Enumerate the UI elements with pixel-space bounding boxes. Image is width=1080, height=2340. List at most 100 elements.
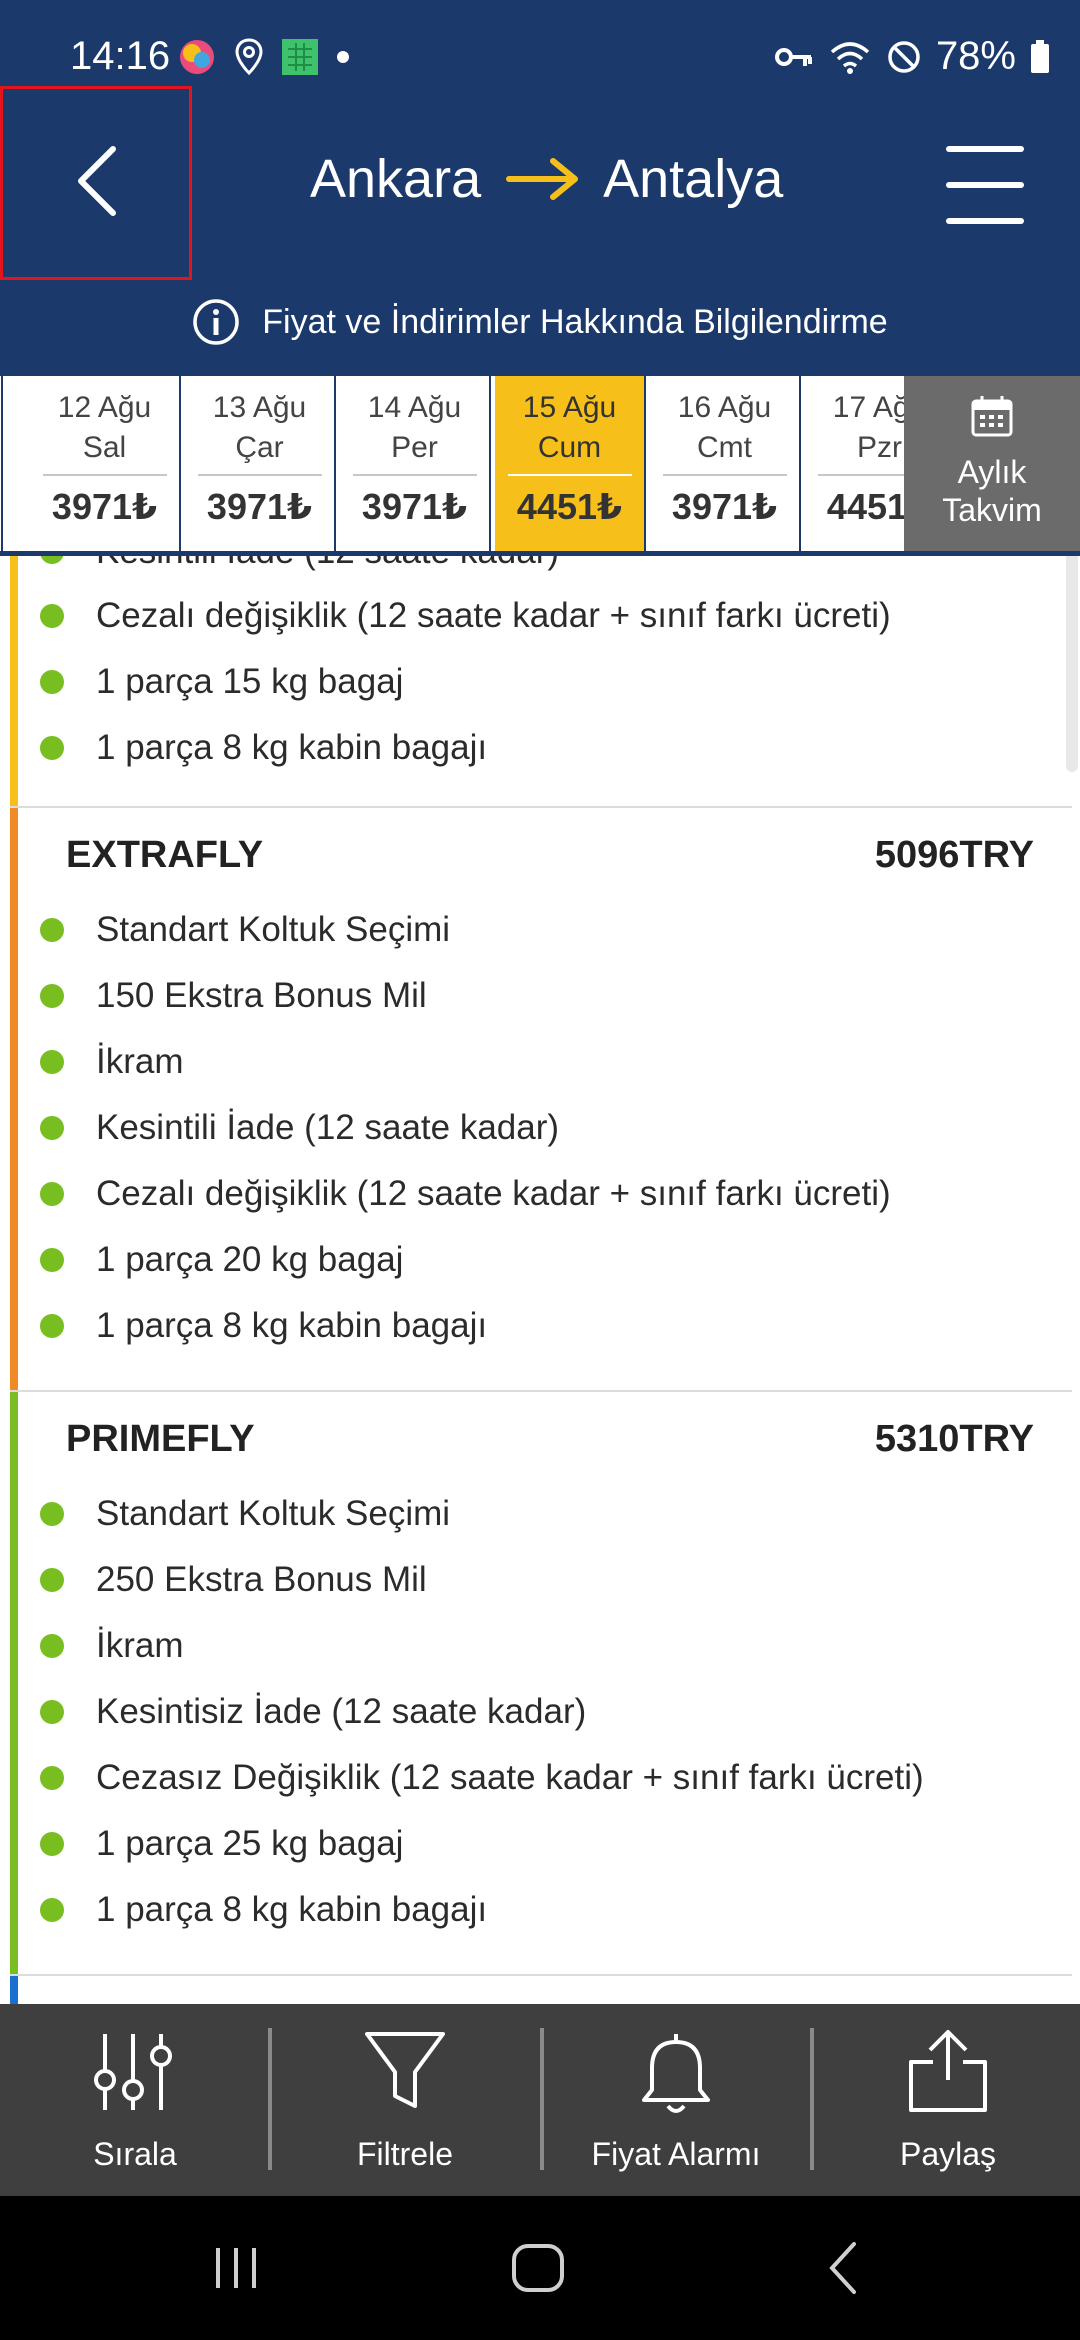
date-cell[interactable]: 14 Ağu Per 3971₺ bbox=[340, 376, 491, 551]
bullet-dot-icon bbox=[40, 984, 64, 1008]
bullet-dot-icon bbox=[40, 1832, 64, 1856]
fare-card-next-accent bbox=[10, 1976, 18, 2004]
filter-icon bbox=[365, 2032, 445, 2108]
fare-feature: İkram bbox=[40, 1042, 184, 1082]
fare-feature: 1 parça 8 kg kabin bagajı bbox=[40, 1306, 487, 1346]
sliders-icon bbox=[94, 2034, 172, 2110]
bullet-dot-icon bbox=[40, 918, 64, 942]
status-system-icons: 78% bbox=[774, 34, 1050, 79]
scrollbar[interactable] bbox=[1066, 556, 1078, 772]
fare-feature: Cezalı değişiklik (12 saate kadar + sını… bbox=[40, 1174, 891, 1214]
date-price: 3971₺ bbox=[206, 486, 313, 527]
destination-city: Antalya bbox=[603, 149, 784, 209]
system-navigation-bar bbox=[0, 2196, 1080, 2340]
fare-info-text: Fiyat ve İndirimler Hakkında Bilgilendir… bbox=[262, 302, 888, 341]
date-selector: ₺ 12 Ağu Sal 3971₺ 13 Ağu Çar 3971₺ 14 A… bbox=[0, 376, 1080, 556]
back-button[interactable] bbox=[0, 86, 192, 280]
sort-label: Sırala bbox=[93, 2136, 177, 2172]
date-price: 3971₺ bbox=[671, 486, 778, 527]
bell-icon bbox=[642, 2034, 710, 2113]
bullet-dot-icon bbox=[40, 1502, 64, 1526]
arrow-right-icon bbox=[506, 158, 579, 200]
calendar-label-line2: Takvim bbox=[942, 492, 1042, 528]
bullet-dot-icon bbox=[40, 604, 64, 628]
bullet-dot-icon bbox=[40, 1634, 64, 1658]
calendar-label-line1: Aylık bbox=[957, 454, 1027, 490]
fare-name: EXTRAFLY bbox=[66, 834, 264, 876]
origin-city: Ankara bbox=[310, 149, 482, 209]
date-weekday: Cmt bbox=[697, 431, 752, 464]
bullet-dot-icon bbox=[40, 1766, 64, 1790]
date-day: 16 Ağu bbox=[677, 391, 772, 424]
fare-card-extrafly[interactable]: EXTRAFLY 5096TRY Standart Koltuk Seçimi … bbox=[10, 808, 1072, 1392]
fare-header: PRIMEFLY 5310TRY bbox=[66, 1418, 1034, 1461]
fare-feature: Kesintili İade (12 saate kadar) bbox=[40, 1108, 559, 1148]
status-notification-icons bbox=[178, 38, 350, 76]
bullet-dot-icon bbox=[40, 1898, 64, 1922]
bullet-dot-icon bbox=[40, 1116, 64, 1140]
price-alarm-button[interactable]: Fiyat Alarmı bbox=[541, 2004, 811, 2196]
chevron-left-icon bbox=[78, 146, 116, 216]
bullet-dot-icon bbox=[40, 1314, 64, 1338]
fare-price: 5096TRY bbox=[874, 834, 1034, 876]
share-button[interactable]: Paylaş bbox=[813, 2004, 1080, 2196]
date-price: 4451₺ bbox=[516, 486, 623, 527]
fare-feature: 250 Ekstra Bonus Mil bbox=[40, 1560, 427, 1600]
fare-feature: Kesintisiz İade (12 saate kadar) bbox=[40, 1692, 586, 1732]
do-not-disturb-icon bbox=[888, 40, 920, 73]
fare-feature: Standart Koltuk Seçimi bbox=[40, 1494, 450, 1534]
fare-feature: 1 parça 20 kg bagaj bbox=[40, 1240, 403, 1280]
date-cell[interactable]: 12 Ağu Sal 3971₺ bbox=[30, 376, 181, 551]
battery-icon bbox=[1031, 39, 1049, 73]
date-weekday: Cum bbox=[537, 431, 602, 464]
wifi-icon bbox=[830, 41, 870, 74]
sheets-notification-icon bbox=[282, 39, 318, 75]
sort-button[interactable]: Sırala bbox=[0, 2004, 270, 2196]
fare-card-basic[interactable]: Kesintili İade (12 saate kadar) Cezalı d… bbox=[10, 556, 1072, 808]
bullet-dot-icon bbox=[40, 556, 64, 564]
share-icon bbox=[909, 2030, 987, 2112]
date-weekday: Sal bbox=[82, 431, 127, 464]
fare-feature: 1 parça 8 kg kabin bagajı bbox=[40, 1890, 487, 1930]
home-icon[interactable] bbox=[508, 2238, 568, 2298]
bullet-dot-icon bbox=[40, 1182, 64, 1206]
date-day: 15 Ağu bbox=[522, 391, 617, 424]
system-back-icon[interactable] bbox=[814, 2238, 874, 2298]
fare-feature: Standart Koltuk Seçimi bbox=[40, 910, 450, 950]
fare-name: PRIMEFLY bbox=[66, 1418, 255, 1460]
bullet-dot-icon bbox=[40, 1568, 64, 1592]
date-cell[interactable]: 13 Ağu Çar 3971₺ bbox=[185, 376, 336, 551]
fare-feature: İkram bbox=[40, 1626, 184, 1666]
fare-card-primefly[interactable]: PRIMEFLY 5310TRY Standart Koltuk Seçimi … bbox=[10, 1392, 1072, 1976]
battery-percentage: 78% bbox=[935, 34, 1016, 78]
hamburger-menu-button[interactable] bbox=[946, 146, 1024, 226]
status-time: 14:16 bbox=[70, 34, 171, 78]
fare-info-link[interactable]: Fiyat ve İndirimler Hakkında Bilgilendir… bbox=[0, 298, 1080, 346]
date-weekday: Çar bbox=[235, 431, 284, 464]
recent-apps-icon[interactable] bbox=[206, 2238, 266, 2298]
date-price: 3971₺ bbox=[51, 486, 158, 527]
bullet-dot-icon bbox=[40, 736, 64, 760]
app-header: Ankara Antalya Fiyat ve İndirimler Hakkı… bbox=[0, 86, 1080, 376]
more-notifications-dot-icon bbox=[337, 51, 349, 63]
date-day: 12 Ağu bbox=[57, 391, 152, 424]
date-day: 14 Ağu bbox=[367, 391, 462, 424]
fare-feature: 150 Ekstra Bonus Mil bbox=[40, 976, 427, 1016]
fare-price: 5310TRY bbox=[874, 1418, 1034, 1460]
route-title: Ankara Antalya bbox=[310, 148, 783, 210]
filter-label: Filtrele bbox=[356, 2136, 453, 2172]
date-cell-partial[interactable]: ₺ bbox=[0, 376, 3, 551]
bullet-dot-icon bbox=[40, 670, 64, 694]
bullet-dot-icon bbox=[40, 1700, 64, 1724]
bullet-dot-icon bbox=[40, 1248, 64, 1272]
date-cell[interactable]: 16 Ağu Cmt 3971₺ bbox=[650, 376, 801, 551]
date-day: 13 Ağu bbox=[212, 391, 307, 424]
location-icon bbox=[235, 38, 263, 76]
fare-header: EXTRAFLY 5096TRY bbox=[66, 834, 1034, 877]
monthly-calendar-button[interactable]: Aylık Takvim bbox=[904, 376, 1080, 551]
calendar-icon bbox=[971, 396, 1013, 437]
date-cell-selected[interactable]: 15 Ağu Cum 4451₺ bbox=[495, 376, 646, 551]
filter-button[interactable]: Filtrele bbox=[270, 2004, 540, 2196]
bullet-dot-icon bbox=[40, 1050, 64, 1074]
share-label: Paylaş bbox=[899, 2136, 997, 2172]
